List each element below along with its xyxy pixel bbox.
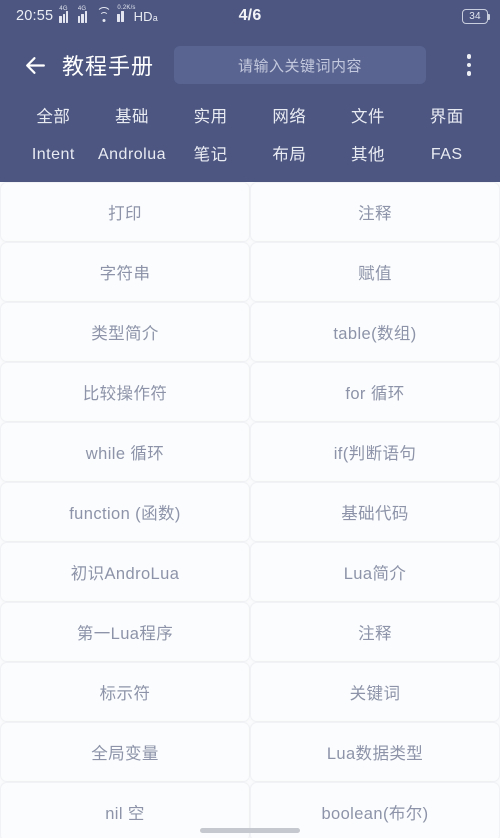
tab-row1-1[interactable]: 基础 [93, 109, 172, 126]
search-input[interactable]: 请输入关键词内容 [174, 46, 427, 84]
tutorial-item-label: while 循环 [85, 445, 165, 463]
status-clock: 20:55 [16, 8, 54, 24]
tutorial-item-label: if(判断语句 [333, 445, 417, 463]
tutorial-item[interactable]: 赋值 [250, 242, 500, 302]
tutorial-item-label: 类型简介 [91, 325, 159, 343]
tutorial-item-label: 基础代码 [341, 505, 409, 523]
tutorial-item[interactable]: for 循环 [250, 362, 500, 422]
tab-row1-4[interactable]: 文件 [329, 109, 408, 126]
tutorial-item[interactable]: 注释 [250, 602, 500, 662]
signal-sim2-gen-label: 4G [77, 5, 87, 12]
tab-row2-1[interactable]: Androlua [93, 147, 172, 163]
tutorial-item[interactable]: while 循环 [0, 422, 250, 482]
tutorial-item-label: 赋值 [358, 265, 392, 283]
tutorial-item-label: Lua简介 [343, 565, 407, 583]
tutorial-item[interactable]: 类型简介 [0, 302, 250, 362]
tutorial-item[interactable]: Lua简介 [250, 542, 500, 602]
hd-voice-label: HDa [133, 8, 158, 24]
phone-screen: 20:55 4G 4G 0.2K/s HDa 4/6 34 教程手册 请输入关键… [0, 0, 500, 838]
search-placeholder: 请输入关键词内容 [238, 57, 363, 75]
category-tabs: 全部 基础 实用 网络 文件 界面 Intent Androlua 笔记 布局 其他 FAS [0, 98, 500, 182]
tab-row2-4[interactable]: 其他 [329, 147, 408, 164]
tutorial-item-label: 打印 [108, 205, 142, 223]
app-header: 20:55 4G 4G 0.2K/s HDa 4/6 34 教程手册 请输入关键… [0, 0, 500, 182]
tutorial-item[interactable]: 打印 [0, 182, 250, 242]
tutorial-item-label: for 循环 [345, 385, 405, 403]
tutorial-item-label: 初识AndroLua [70, 565, 180, 583]
tutorial-item-label: 注释 [358, 625, 392, 643]
tutorial-item-label: 字符串 [99, 265, 151, 283]
tutorial-item[interactable]: 第一Lua程序 [0, 602, 250, 662]
tutorial-item-label: 第一Lua程序 [76, 625, 174, 643]
battery-level-label: 34 [469, 10, 481, 22]
tab-row-primary: 全部 基础 实用 网络 文件 界面 [0, 98, 500, 136]
home-indicator[interactable] [200, 828, 300, 833]
tab-row2-3[interactable]: 布局 [250, 147, 329, 164]
status-bar-right: 34 [462, 8, 491, 24]
tab-row1-0[interactable]: 全部 [14, 109, 93, 126]
tutorial-item[interactable]: function (函数) [0, 482, 250, 542]
toolbar: 教程手册 请输入关键词内容 [0, 32, 500, 98]
tutorial-item[interactable]: 关键词 [250, 662, 500, 722]
tab-row1-2[interactable]: 实用 [171, 109, 250, 126]
data-rate-icon: 0.2K/s [117, 5, 135, 22]
tutorial-item[interactable]: 标示符 [0, 662, 250, 722]
arrow-left-icon [23, 53, 48, 78]
status-bar-left: 20:55 4G 4G 0.2K/s HDa [16, 5, 158, 24]
tab-row-secondary: Intent Androlua 笔记 布局 其他 FAS [0, 136, 500, 174]
tab-row1-3[interactable]: 网络 [250, 109, 329, 126]
status-bar: 20:55 4G 4G 0.2K/s HDa 4/6 34 [0, 0, 500, 32]
wifi-icon [96, 7, 112, 22]
tab-row2-2[interactable]: 笔记 [171, 147, 250, 164]
tab-row2-0[interactable]: Intent [14, 147, 93, 163]
tutorial-item[interactable]: if(判断语句 [250, 422, 500, 482]
tutorial-item-label: function (函数) [69, 505, 181, 523]
tab-row1-5[interactable]: 界面 [407, 109, 486, 126]
tutorial-item[interactable]: Lua数据类型 [250, 722, 500, 782]
tutorial-item[interactable]: 字符串 [0, 242, 250, 302]
tutorial-item-label: boolean(布尔) [321, 805, 429, 823]
tutorial-item[interactable]: 全局变量 [0, 722, 250, 782]
back-button[interactable] [18, 48, 52, 82]
tutorial-item-label: 比较操作符 [82, 385, 168, 403]
battery-icon: 34 [462, 8, 491, 24]
data-rate-label: 0.2K/s [117, 5, 136, 11]
tutorial-item[interactable]: 注释 [250, 182, 500, 242]
tutorial-grid: 打印 注释 字符串 赋值 类型简介 table(数组) 比较操作符 for 循环 while 循… [0, 182, 500, 838]
tutorial-item-label: nil 空 [105, 805, 145, 823]
signal-sim1-gen-label: 4G [59, 5, 68, 12]
tutorial-item-label: 关键词 [349, 685, 401, 703]
tutorial-item-label: 全局变量 [91, 745, 159, 763]
tutorial-item-label: Lua数据类型 [326, 745, 424, 763]
tutorial-item-label: 标示符 [99, 685, 151, 703]
tutorial-item[interactable]: 初识AndroLua [0, 542, 250, 602]
tutorial-item-label: 注释 [358, 205, 392, 223]
tab-row2-5[interactable]: FAS [407, 147, 486, 163]
signal-sim2-icon: 4G [77, 6, 91, 23]
more-vertical-icon[interactable] [452, 45, 486, 85]
tutorial-item-label: table(数组) [333, 325, 417, 343]
tutorial-item[interactable]: 比较操作符 [0, 362, 250, 422]
signal-sim1-icon: 4G [59, 6, 72, 23]
page-title: 教程手册 [62, 54, 155, 79]
tutorial-item[interactable]: table(数组) [250, 302, 500, 362]
tutorial-item[interactable]: 基础代码 [250, 482, 500, 542]
